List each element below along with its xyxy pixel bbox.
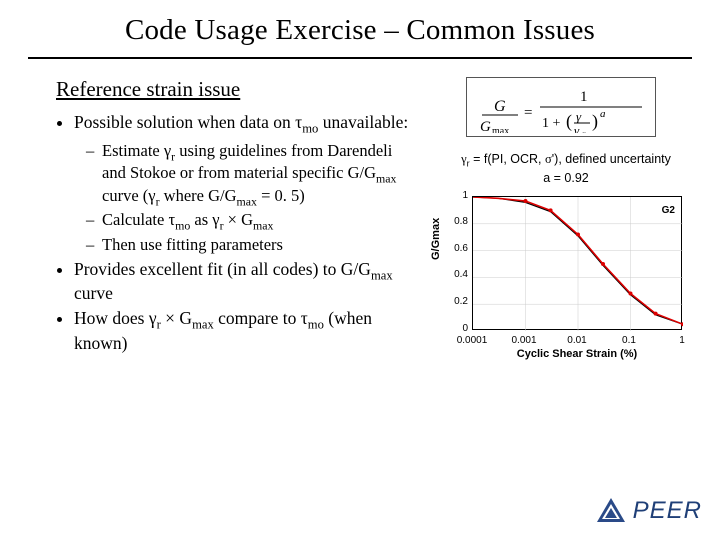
svg-text:1 +: 1 + <box>542 116 561 131</box>
peer-logo-icon <box>595 496 627 526</box>
xtick-1: 0.001 <box>511 335 536 346</box>
left-column: Reference strain issue Possible solution… <box>56 77 416 360</box>
caption-line2: a = 0.92 <box>543 171 589 185</box>
formula-svg: G G max = 1 1 + ( γ γ r ) a <box>476 81 646 133</box>
chart-caption: γr = f(PI, OCR, σ'), defined uncertainty… <box>436 151 696 186</box>
slide-body: Reference strain issue Possible solution… <box>0 59 720 360</box>
subbullet-list-1: Estimate γr using guidelines from Darend… <box>74 141 416 255</box>
caption-line1: γr = f(PI, OCR, σ'), defined uncertainty <box>461 152 671 166</box>
xtick-0: 0.0001 <box>457 335 488 346</box>
peer-logo: PEER <box>595 496 702 526</box>
chart-legend: G2 <box>662 205 675 216</box>
svg-text:γ: γ <box>576 109 582 124</box>
bullet-2: Provides excellent fit (in all codes) to… <box>74 259 416 305</box>
svg-text:max: max <box>492 126 509 133</box>
bullet-1: Possible solution when data on τmo unava… <box>74 112 416 255</box>
svg-text:1: 1 <box>580 89 588 105</box>
subbullet-1: Estimate γr using guidelines from Darend… <box>102 141 416 209</box>
svg-text:a: a <box>600 108 606 120</box>
chart-plot-area: G2 <box>472 196 682 330</box>
svg-text:=: = <box>524 105 532 121</box>
subheading: Reference strain issue <box>56 77 416 102</box>
ytick-1: 0.2 <box>448 296 468 307</box>
svg-text:G: G <box>480 119 491 133</box>
bullet-3: How does γr × Gmax compare to τmo (when … <box>74 308 416 354</box>
svg-text:): ) <box>592 111 598 132</box>
xtick-3: 0.1 <box>622 335 636 346</box>
ytick-0: 0 <box>448 323 468 334</box>
slide-title: Code Usage Exercise – Common Issues <box>0 0 720 47</box>
svg-text:(: ( <box>566 111 572 132</box>
formula-box: G G max = 1 1 + ( γ γ r ) a <box>466 77 656 137</box>
chart-ylabel: G/Gmax <box>430 218 442 260</box>
svg-text:G: G <box>494 98 506 115</box>
subbullet-2: Calculate τmo as γr × Gmax <box>102 210 416 233</box>
svg-text:r: r <box>582 129 586 133</box>
chart-svg <box>473 197 683 331</box>
right-column: G G max = 1 1 + ( γ γ r ) a <box>416 77 696 360</box>
svg-text:γ: γ <box>574 123 580 133</box>
xtick-4: 1 <box>679 335 685 346</box>
bullet-list: Possible solution when data on τmo unava… <box>56 112 416 354</box>
xtick-2: 0.01 <box>567 335 586 346</box>
ytick-3: 0.6 <box>448 243 468 254</box>
slide: Code Usage Exercise – Common Issues Refe… <box>0 0 720 540</box>
chart-xlabel: Cyclic Shear Strain (%) <box>472 348 682 360</box>
modulus-reduction-chart: G/Gmax <box>426 190 694 360</box>
ytick-4: 0.8 <box>448 216 468 227</box>
peer-logo-text: PEER <box>633 497 702 525</box>
ytick-5: 1 <box>448 190 468 201</box>
subbullet-3: Then use fitting parameters <box>102 235 416 255</box>
ytick-2: 0.4 <box>448 269 468 280</box>
